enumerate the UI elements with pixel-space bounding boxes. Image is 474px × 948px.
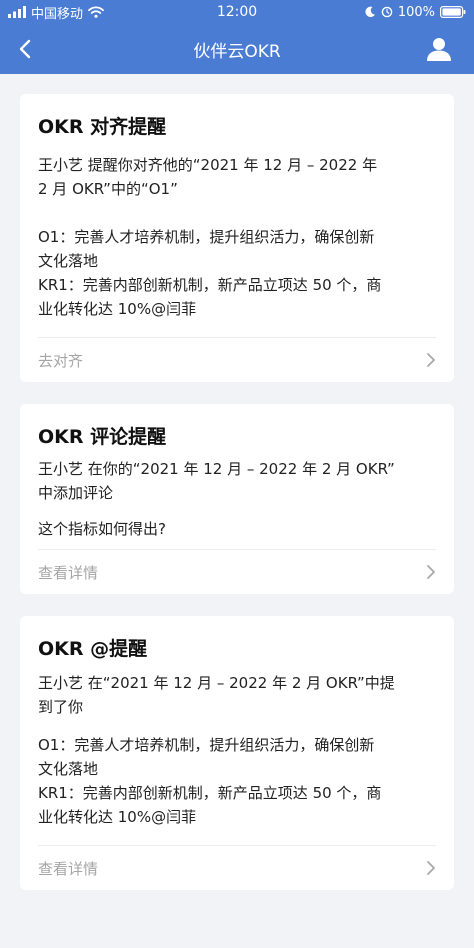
card-line: O1：完善人才培养机制，提升组织活力，确保创新 [38, 736, 375, 754]
mention-detail-row[interactable]: 查看详情 [38, 845, 436, 890]
nav-bar: 伙伴云OKR [0, 24, 474, 74]
user-icon[interactable] [426, 36, 452, 62]
card-body: 王小艺 提醒你对齐他的“2021 年 12 月 – 2022 年 2 月 OKR… [38, 139, 436, 321]
chevron-left-icon [19, 39, 31, 59]
align-action-row[interactable]: 去对齐 [38, 337, 436, 382]
card-line: 这个指标如何得出? [38, 520, 166, 538]
status-left: 中国移动 [8, 3, 104, 22]
align-action-label: 去对齐 [38, 351, 84, 370]
view-details-label: 查看详情 [38, 563, 99, 582]
card-line: KR1：完善内部创新机制，新产品立项达 50 个，商 [38, 276, 382, 294]
card-body: 王小艺 在“2021 年 12 月 – 2022 年 2 月 OKR”中提 到了… [38, 661, 436, 829]
card-line: 王小艺 提醒你对齐他的“2021 年 12 月 – 2022 年 [38, 156, 378, 174]
chevron-right-icon [427, 861, 435, 875]
card-line: 文化落地 [38, 252, 99, 270]
card-line: KR1：完善内部创新机制，新产品立项达 50 个，商 [38, 784, 382, 802]
signal-icon [8, 6, 26, 18]
card-line: 业化转化达 10%@闫菲 [38, 808, 197, 826]
comment-detail-row[interactable]: 查看详情 [38, 549, 436, 594]
notification-card-mention: OKR @提醒 王小艺 在“2021 年 12 月 – 2022 年 2 月 O… [20, 616, 454, 890]
card-title: OKR 评论提醒 [38, 426, 167, 448]
card-title: OKR @提醒 [38, 638, 148, 660]
status-right: 100% [364, 5, 466, 20]
carrier-label: 中国移动 [31, 6, 84, 22]
notification-card-align: OKR 对齐提醒 王小艺 提醒你对齐他的“2021 年 12 月 – 2022 … [20, 94, 454, 382]
view-details-label: 查看详情 [38, 859, 99, 878]
status-bar: 中国移动 12:00 100% [0, 0, 474, 24]
alarm-icon [381, 6, 393, 18]
card-title: OKR 对齐提醒 [38, 116, 167, 138]
card-line: 到了你 [38, 698, 84, 716]
notification-card-comment: OKR 评论提醒 王小艺 在你的“2021 年 12 月 – 2022 年 2 … [20, 404, 454, 594]
card-body: 王小艺 在你的“2021 年 12 月 – 2022 年 2 月 OKR” 中添… [38, 449, 436, 541]
card-line: 中添加评论 [38, 484, 114, 502]
top-bar: 中国移动 12:00 100% 伙伴云OKR [0, 0, 474, 74]
wifi-icon [88, 6, 104, 18]
page-title: 伙伴云OKR [193, 41, 281, 62]
battery-percent: 100% [397, 4, 435, 20]
battery-icon [440, 6, 466, 18]
card-line: O1：完善人才培养机制，提升组织活力，确保创新 [38, 228, 375, 246]
chevron-right-icon [427, 565, 435, 579]
moon-icon [365, 6, 375, 18]
card-line: 2 月 OKR”中的“O1” [38, 180, 178, 198]
notification-list: OKR 对齐提醒 王小艺 提醒你对齐他的“2021 年 12 月 – 2022 … [0, 74, 474, 890]
card-line: 文化落地 [38, 760, 99, 778]
back-button[interactable] [10, 34, 40, 64]
card-line: 业化转化达 10%@闫菲 [38, 300, 197, 318]
chevron-right-icon [427, 353, 435, 367]
card-line: 王小艺 在“2021 年 12 月 – 2022 年 2 月 OKR”中提 [38, 674, 395, 692]
card-line: 王小艺 在你的“2021 年 12 月 – 2022 年 2 月 OKR” [38, 460, 395, 478]
